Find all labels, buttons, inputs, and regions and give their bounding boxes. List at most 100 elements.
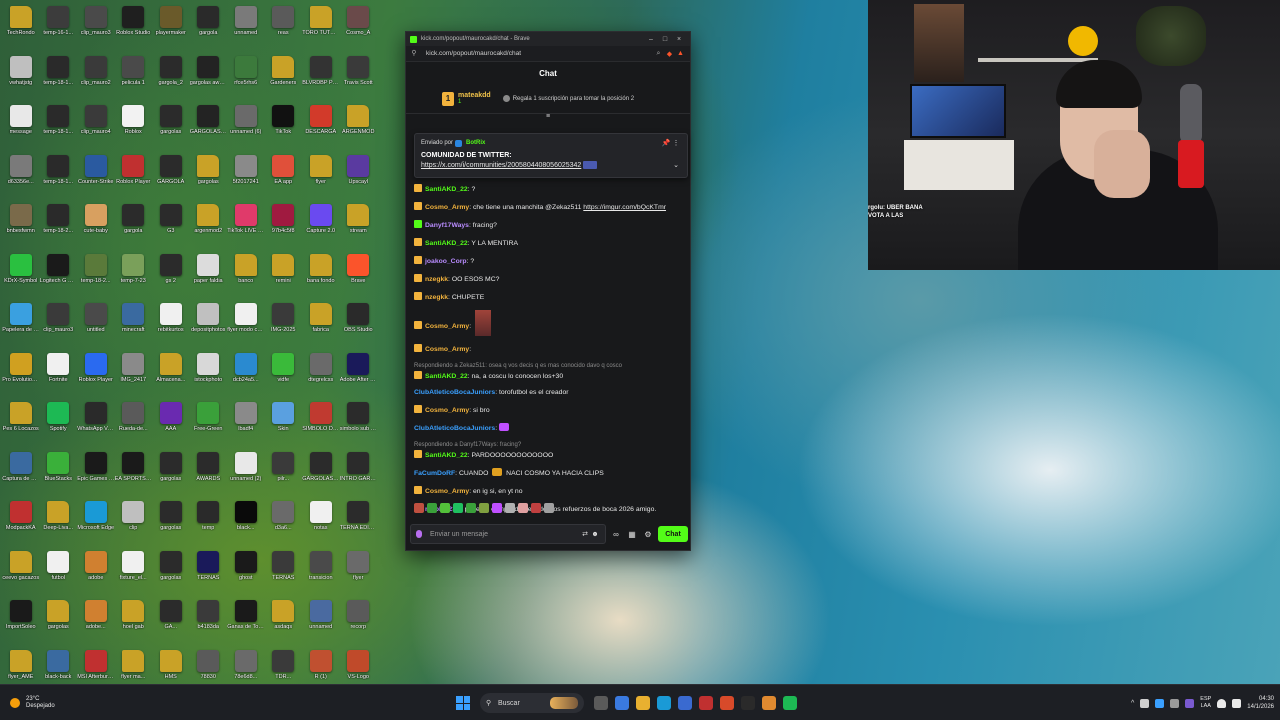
desktop-icon[interactable]: banco <box>227 248 265 298</box>
desktop-icon[interactable]: DESCARGA <box>302 99 340 149</box>
desktop-icon[interactable]: Microsoft Edge <box>77 495 115 545</box>
desktop-icon[interactable]: temp-7-23 <box>115 248 153 298</box>
taskbar-app-icon[interactable] <box>762 696 776 710</box>
chat-message[interactable]: Cosmo_Army: en ig si, en yt no <box>414 482 682 500</box>
emoji-icon[interactable]: ☻ <box>590 531 600 538</box>
desktop-icon[interactable]: fixture_el... <box>115 545 153 595</box>
desktop-icon[interactable]: Gardeners <box>265 50 303 100</box>
desktop-icon[interactable]: ARGENMOD <box>340 99 378 149</box>
emote-icon[interactable] <box>440 503 450 513</box>
desktop-icon[interactable]: Pes 6 Locazos <box>2 396 40 446</box>
desktop-icon[interactable]: paper faldia <box>190 248 228 298</box>
desktop-icon[interactable]: temp-16-1... <box>40 0 78 50</box>
desktop-icon[interactable]: Deep-Liva... <box>40 495 78 545</box>
desktop-icon[interactable]: minecraft <box>115 297 153 347</box>
desktop-icon[interactable]: fabrica <box>302 297 340 347</box>
pinned-bot-name[interactable]: BotRix <box>466 140 485 146</box>
desktop-icon[interactable]: Rueda-de... <box>115 396 153 446</box>
desktop-icon[interactable]: GARGOLA <box>152 149 190 199</box>
chat-message[interactable]: joakoo_Corp: ? <box>414 252 682 270</box>
desktop-icon[interactable]: gargolas <box>152 495 190 545</box>
desktop-icon[interactable]: clip <box>115 495 153 545</box>
desktop-icon[interactable]: Captura de pantalla <box>2 446 40 496</box>
desktop-icon[interactable]: temp-18-2... <box>40 198 78 248</box>
windows-start-icon[interactable] <box>456 696 470 710</box>
emote-icon[interactable] <box>518 503 528 513</box>
desktop-icon[interactable]: ceevo gacazos <box>2 545 40 595</box>
tray-app-icon[interactable] <box>1185 698 1195 708</box>
desktop-icon[interactable]: argenmod2 <box>190 198 228 248</box>
emote-icon[interactable] <box>414 503 424 513</box>
desktop-icon[interactable]: gargola <box>190 0 228 50</box>
chat-username[interactable]: nzegkk <box>425 276 448 283</box>
desktop-icon[interactable]: gs 2 <box>152 248 190 298</box>
chevron-down-icon[interactable]: ⌄ <box>671 161 681 169</box>
chat-input[interactable]: Enviar un mensaje ⇄ ☻ <box>410 524 606 544</box>
desktop-icon[interactable]: Ganas de Touge <box>227 594 265 644</box>
desktop-icon[interactable]: KDrX-Symbol <box>2 248 40 298</box>
desktop-icon[interactable]: simbolo sub pickle <box>340 396 378 446</box>
chat-message[interactable]: Respondiendo a Danyf17Ways: fracing? Sant… <box>414 437 682 464</box>
desktop-icon[interactable]: GARGOLAS AWARDS <box>190 99 228 149</box>
chat-username[interactable]: joakoo_Corp <box>425 258 467 265</box>
chat-username[interactable]: Cosmo_Army <box>425 346 469 353</box>
emote-icon[interactable] <box>531 503 541 513</box>
desktop-icon[interactable]: clip_mauro4 <box>77 99 115 149</box>
desktop-icon[interactable]: rebitkurtos <box>152 297 190 347</box>
desktop-icon[interactable]: Brave <box>340 248 378 298</box>
desktop-icon[interactable]: 5f2017241 <box>227 149 265 199</box>
close-icon[interactable]: × <box>672 36 686 43</box>
desktop-icon[interactable]: hoel gab <box>115 594 153 644</box>
desktop-icon[interactable]: Upscayl <box>340 149 378 199</box>
chat-username[interactable]: SantiAKD_22 <box>425 452 468 459</box>
gift-prompt[interactable]: Regala 1 suscripción para tomar la posic… <box>502 95 634 102</box>
desktop-icon[interactable]: EA app <box>265 149 303 199</box>
desktop-icon[interactable]: Papelera de reciclaje <box>2 297 40 347</box>
taskbar-app-icon[interactable] <box>594 696 608 710</box>
desktop-icon[interactable]: lbadf4 <box>227 396 265 446</box>
desktop-icon[interactable]: dcb24a5... <box>227 347 265 397</box>
desktop-icon[interactable]: Skin <box>265 396 303 446</box>
desktop-icon[interactable]: clip_mauro3 <box>40 297 78 347</box>
desktop-icon[interactable]: unnamed (2) <box>227 446 265 496</box>
chevron-up-icon[interactable]: ^ <box>1131 700 1134 707</box>
desktop-icon[interactable]: Travis Scott <box>340 50 378 100</box>
desktop-icon[interactable]: bana fondo <box>302 248 340 298</box>
desktop-icon[interactable]: temp-18-1... <box>40 50 78 100</box>
desktop-icon[interactable]: TERNAS <box>265 545 303 595</box>
desktop-icon[interactable]: TechRondo <box>2 0 40 50</box>
desktop-icon[interactable]: Epic Games Launcher <box>77 446 115 496</box>
desktop-icon[interactable]: d3a6... <box>265 495 303 545</box>
volume-icon[interactable] <box>1232 698 1242 708</box>
url-text[interactable]: kick.com/popout/maurocakd/chat <box>426 50 653 57</box>
desktop-icon[interactable]: TERNAS <box>190 545 228 595</box>
desktop-icon[interactable]: pelicula 1 <box>115 50 153 100</box>
settings-gear-icon[interactable]: ⚙ <box>642 530 654 539</box>
desktop-icon[interactable]: Roblox <box>115 99 153 149</box>
desktop-icon[interactable]: black... <box>227 495 265 545</box>
chat-message[interactable]: nzegkk: OO ESOS MC? <box>414 270 682 288</box>
language-indicator[interactable]: ESP LAA <box>1200 696 1211 710</box>
chat-message[interactable]: Cosmo_Army: che tiene una manchita @Zeka… <box>414 198 682 216</box>
chat-message[interactable]: ClubAtleticoBocaJuniors: torofutbol es e… <box>414 385 682 401</box>
taskbar-app-icon[interactable] <box>741 696 755 710</box>
desktop-icon[interactable]: clip_mauro2 <box>77 50 115 100</box>
desktop-icon[interactable]: recorp <box>340 594 378 644</box>
taskbar-app-icon[interactable] <box>615 696 629 710</box>
desktop-icon[interactable]: OBS Studio <box>340 297 378 347</box>
desktop-icon[interactable]: IMG-2025 <box>265 297 303 347</box>
desktop-icon[interactable]: TikTok <box>265 99 303 149</box>
desktop-icon[interactable]: unnamed <box>227 0 265 50</box>
desktop-icon[interactable]: Capture 2.0 <box>302 198 340 248</box>
brave-rewards-icon[interactable]: ▲ <box>675 50 686 57</box>
send-chat-button[interactable]: Chat <box>658 526 688 542</box>
address-bar[interactable]: ⚲ kick.com/popout/maurocakd/chat ⌕ ◆ ▲ <box>406 46 690 62</box>
chat-username[interactable]: SantiAKD_22 <box>425 186 468 193</box>
desktop-icon[interactable]: Adobe After Effects <box>340 347 378 397</box>
desktop-icon[interactable]: G3 <box>152 198 190 248</box>
desktop-icon[interactable]: istockphoto <box>190 347 228 397</box>
desktop-icon[interactable]: dtegrelcss <box>302 347 340 397</box>
maximize-icon[interactable]: □ <box>658 36 672 43</box>
desktop-icon[interactable]: Logitech G HUB <box>40 248 78 298</box>
chat-link[interactable]: https://imgur.com/bQcKTmr <box>583 204 666 211</box>
